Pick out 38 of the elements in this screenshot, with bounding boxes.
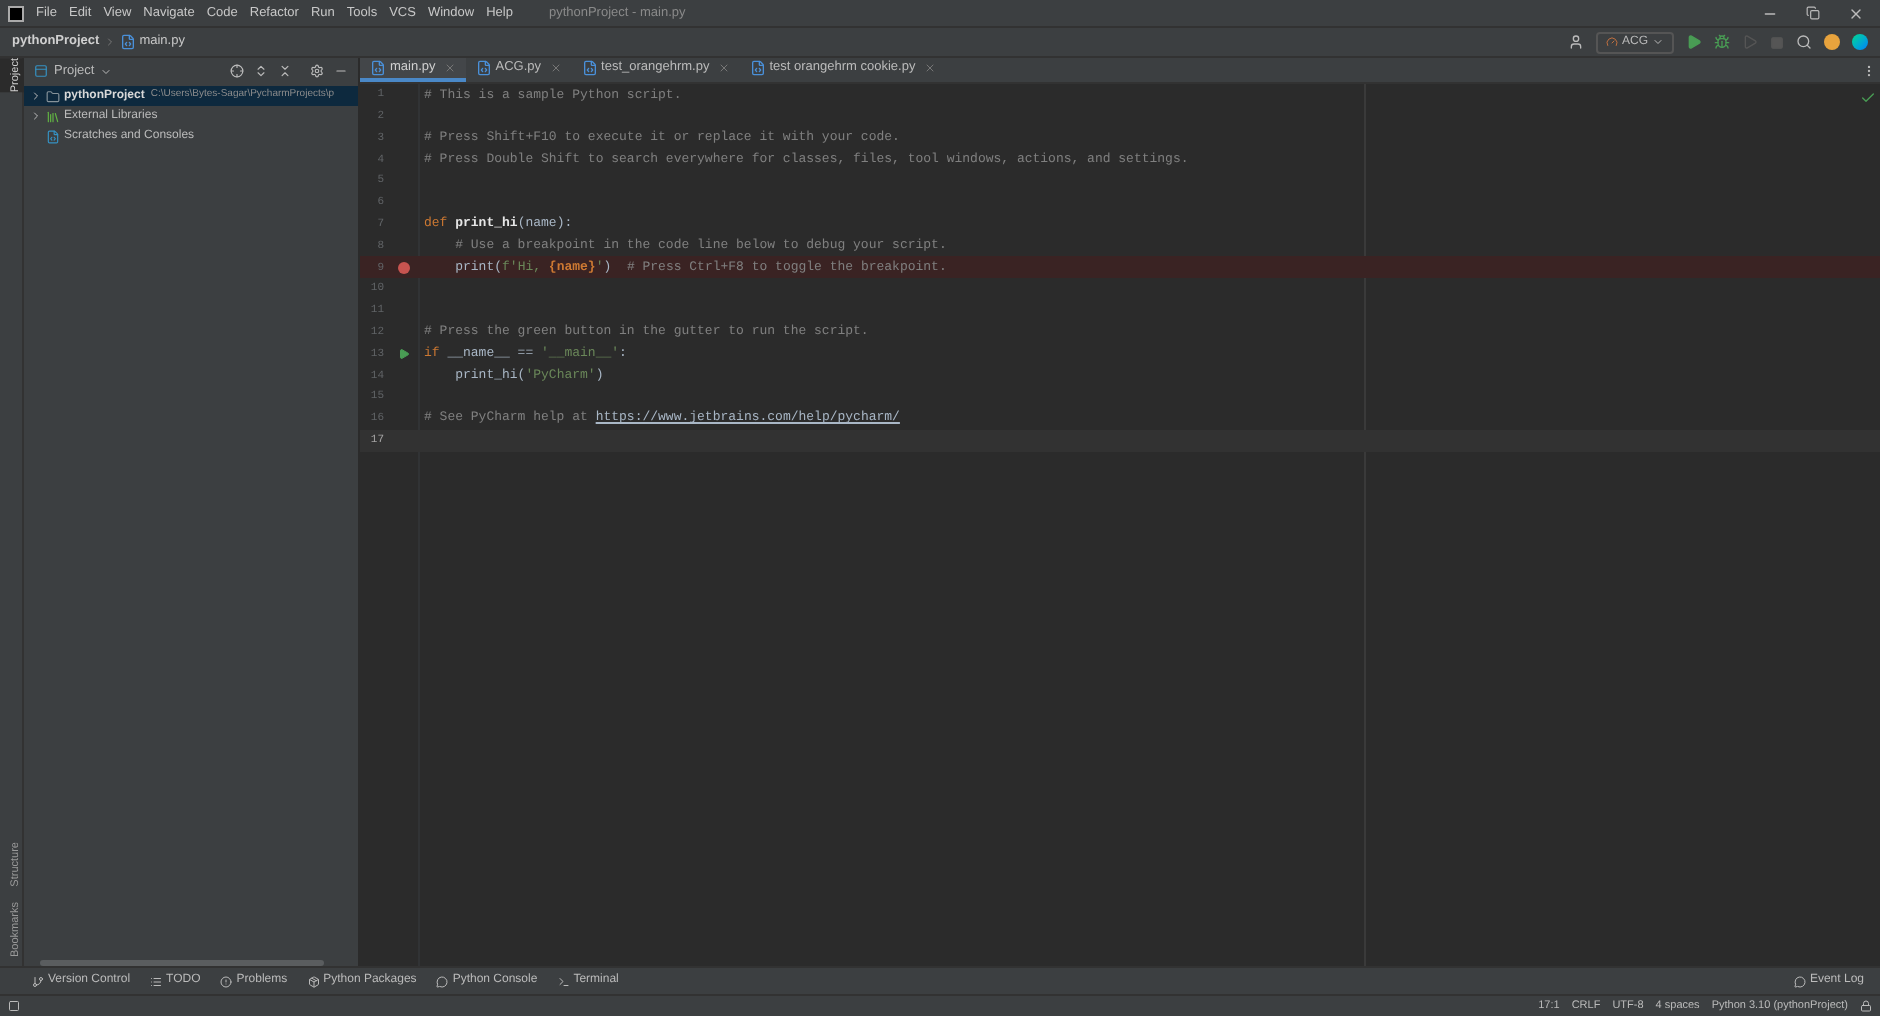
separator-icon: [103, 36, 116, 48]
hide-icon[interactable]: [334, 64, 348, 78]
no-problems-icon: [1860, 90, 1876, 106]
close-icon[interactable]: [717, 62, 730, 74]
console-icon: [436, 975, 449, 987]
collapse-all-icon[interactable]: [278, 64, 292, 78]
python-file-icon: [749, 60, 766, 76]
locate-icon[interactable]: [230, 64, 244, 78]
settings-icon[interactable]: [310, 64, 324, 78]
python-file-icon: [119, 34, 136, 50]
python-file-icon: [370, 60, 386, 76]
lock-icon[interactable]: [1860, 1000, 1872, 1012]
user-icon[interactable]: [1567, 34, 1584, 50]
close-icon[interactable]: [923, 62, 936, 74]
problems-icon: [220, 975, 233, 987]
app-logo-icon: [8, 5, 24, 21]
expand-all-icon[interactable]: [254, 64, 268, 78]
scratches-icon: [46, 129, 60, 143]
packages-icon: [307, 975, 320, 987]
breakpoint-icon[interactable]: [398, 261, 410, 274]
close-icon[interactable]: [549, 62, 562, 74]
restore-icon[interactable]: [1806, 6, 1820, 20]
caret-icon: [1652, 36, 1664, 48]
search-icon[interactable]: [1796, 34, 1812, 50]
library-icon: [46, 109, 60, 123]
terminal-icon: [557, 975, 570, 987]
python-file-icon: [581, 60, 598, 76]
run-icon[interactable]: [1686, 34, 1702, 50]
python-file-icon: [475, 60, 492, 76]
project-view-icon: [34, 64, 48, 78]
project-icon: [46, 89, 60, 103]
run-gutter-icon[interactable]: [398, 347, 410, 360]
todo-icon: [150, 975, 163, 987]
event-log-icon: [1793, 975, 1806, 987]
vcs-icon: [32, 975, 44, 987]
caret-icon[interactable]: [100, 65, 113, 77]
debug-icon[interactable]: [1714, 34, 1730, 50]
close-icon[interactable]: [1848, 5, 1864, 21]
